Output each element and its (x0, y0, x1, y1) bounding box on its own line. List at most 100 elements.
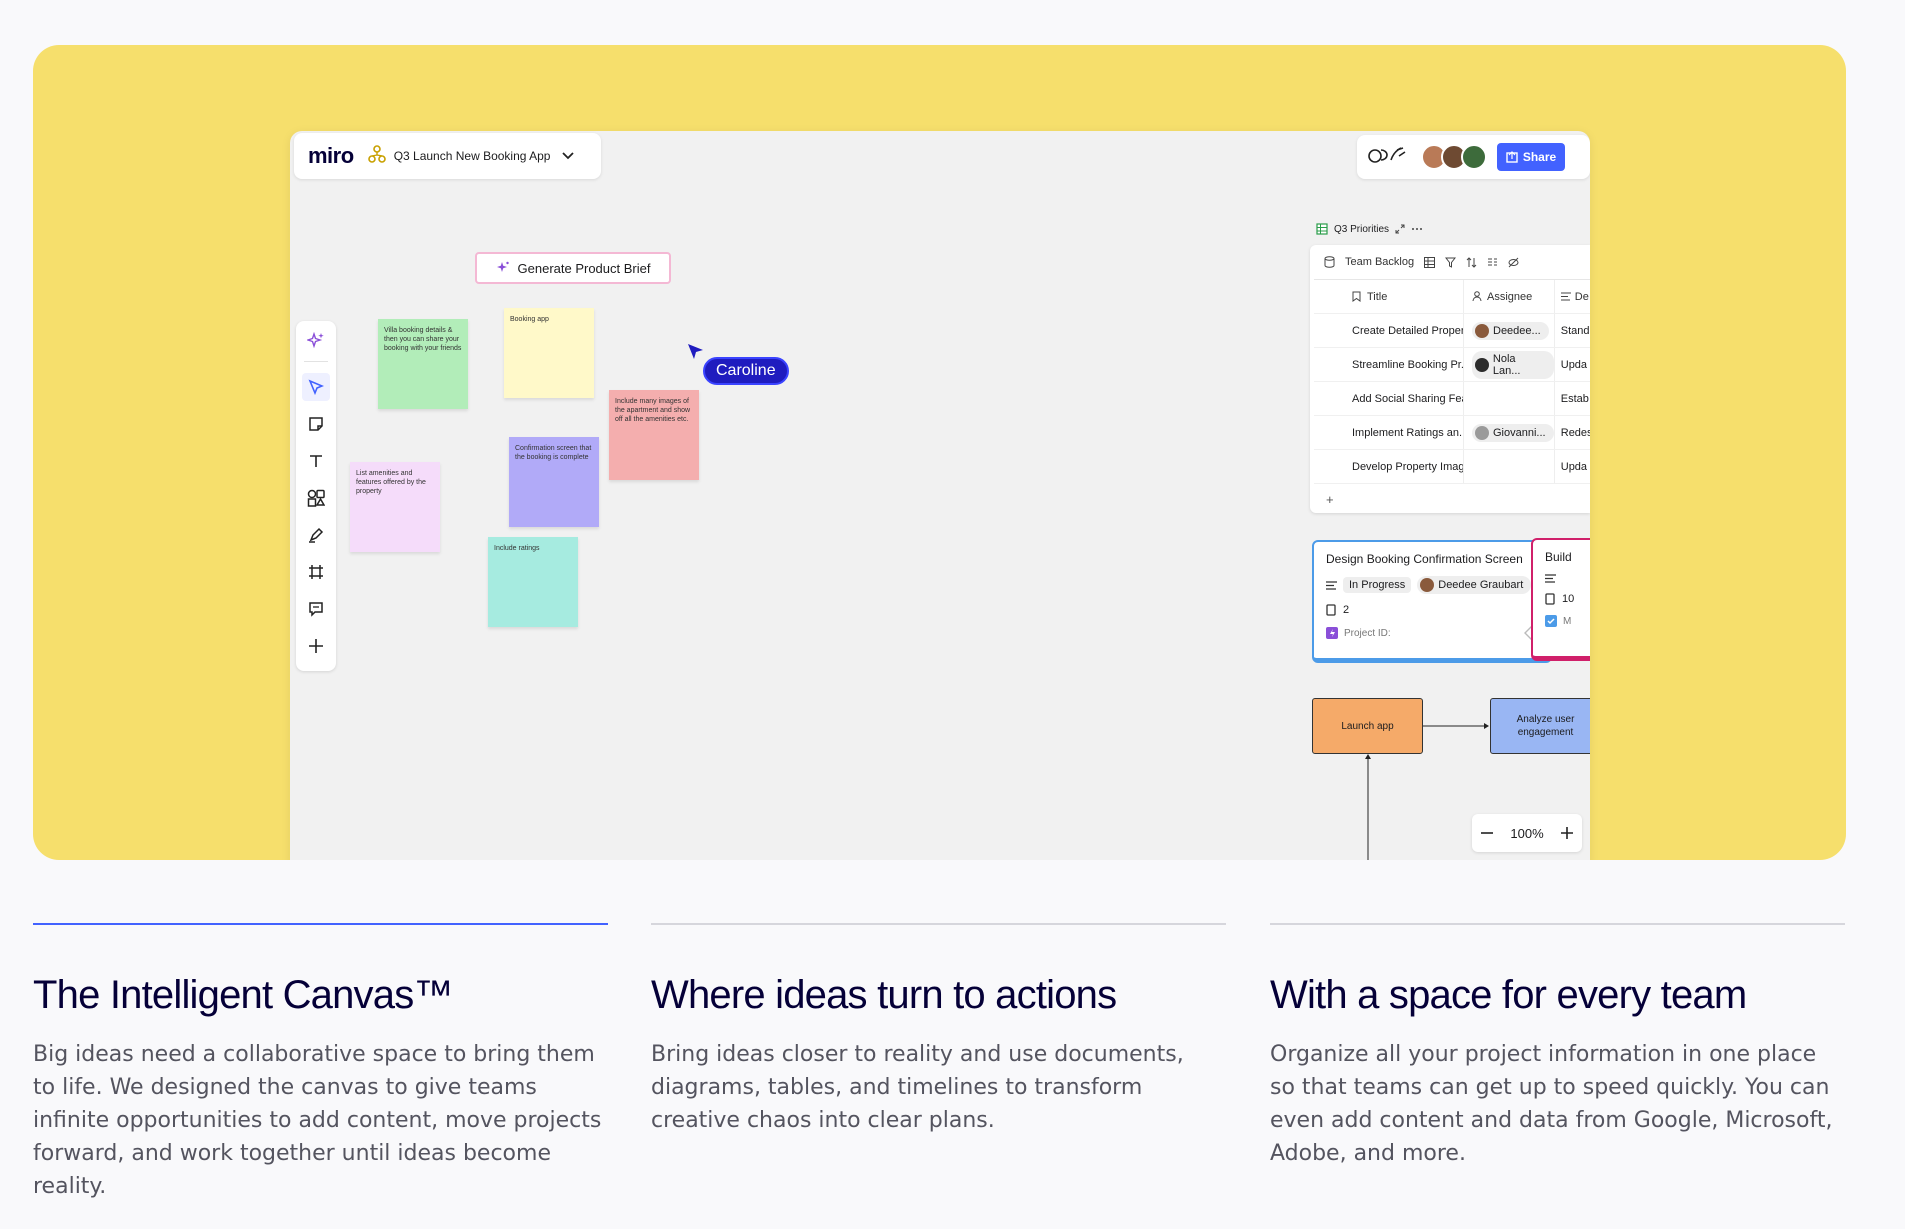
filter-icon[interactable] (1445, 257, 1457, 268)
zoom-out-icon[interactable] (1480, 826, 1494, 840)
row-description[interactable]: Stand (1555, 314, 1590, 347)
card-title[interactable]: Design Booking Confirmation Screen (1326, 552, 1538, 566)
table-row[interactable]: Streamline Booking Pr... Nola Lan... Upd… (1314, 348, 1590, 382)
column-header-title[interactable]: Title (1314, 280, 1464, 313)
left-toolbar (296, 321, 336, 671)
feature-tab-ideas-to-actions[interactable]: Where ideas turn to actions Bring ideas … (651, 923, 1226, 1137)
hide-fields-icon[interactable] (1508, 257, 1519, 268)
feature-title: With a space for every team (1270, 973, 1747, 1017)
column-header-label: Assignee (1487, 290, 1533, 303)
frame-icon[interactable] (302, 558, 330, 586)
pen-icon[interactable] (302, 521, 330, 549)
card-count-row: 2 (1326, 604, 1538, 616)
table-header-row: Title Assignee De (1314, 280, 1590, 314)
sticky-note[interactable]: Confirmation screen that the booking is … (509, 437, 599, 527)
sticky-note[interactable]: Villa booking details & then you can sha… (378, 319, 468, 409)
row-title[interactable]: Develop Property Imag... (1314, 450, 1464, 483)
more-options-icon[interactable] (1411, 227, 1423, 231)
assignee-name: Nola Lan... (1492, 352, 1521, 377)
row-assignee[interactable] (1464, 450, 1555, 483)
miro-logo[interactable]: miro (308, 143, 354, 169)
row-title[interactable]: Implement Ratings an... (1314, 416, 1464, 449)
row-assignee[interactable]: Deedee... (1464, 314, 1555, 347)
sticky-note-icon[interactable] (302, 410, 330, 438)
assignee-name: Deedee Graubart (1438, 579, 1524, 591)
table-row[interactable]: Create Detailed Proper... Deedee... Stan… (1314, 314, 1590, 348)
comment-icon[interactable] (302, 595, 330, 623)
assignee-chip[interactable]: Deedee... (1472, 321, 1549, 340)
zoom-level[interactable]: 100% (1510, 826, 1543, 841)
collaborator-cursor-icon (688, 344, 703, 359)
row-description[interactable]: Estab (1555, 382, 1590, 415)
avatar[interactable] (1461, 144, 1487, 170)
table-view-name[interactable]: Team Backlog (1345, 256, 1414, 268)
row-assignee[interactable] (1464, 382, 1555, 415)
table-row[interactable]: Implement Ratings an... Giovanni... Rede… (1314, 416, 1590, 450)
story-points-icon (1545, 593, 1555, 605)
backlog-table: Title Assignee De Create Detailed Proper… (1314, 279, 1590, 513)
add-row-button[interactable]: + (1314, 484, 1590, 513)
integration-icon (1326, 627, 1338, 639)
zoom-in-icon[interactable] (1560, 826, 1574, 840)
assignee-chip[interactable]: Deedee Graubart (1417, 576, 1532, 594)
story-points-icon (1326, 604, 1336, 616)
table-row[interactable]: Add Social Sharing Fea... Estab (1314, 382, 1590, 416)
sticky-note[interactable]: List amenities and features offered by t… (350, 462, 440, 552)
description-icon (1545, 574, 1556, 583)
board-name[interactable]: Q3 Launch New Booking App (394, 149, 551, 163)
share-label: Share (1522, 150, 1557, 164)
toolbar-divider (304, 361, 328, 362)
row-title[interactable]: Add Social Sharing Fea... (1314, 382, 1464, 415)
ai-sparkle-icon[interactable] (302, 327, 330, 355)
collaborator-avatars[interactable] (1421, 144, 1487, 170)
feature-progress-bar (1270, 923, 1845, 925)
row-assignee[interactable]: Giovanni... (1464, 416, 1555, 449)
add-icon[interactable] (302, 632, 330, 660)
generate-product-brief-button[interactable]: Generate Product Brief (475, 252, 671, 284)
story-points: 10 (1562, 593, 1575, 605)
board-hierarchy-icon[interactable] (367, 144, 386, 168)
group-icon[interactable] (1487, 257, 1498, 268)
database-icon (1324, 256, 1335, 268)
row-title[interactable]: Streamline Booking Pr... (1314, 348, 1464, 381)
feature-tab-space-for-every-team[interactable]: With a space for every team Organize all… (1270, 923, 1845, 1170)
table-widget-title[interactable]: Q3 Priorities (1334, 224, 1389, 235)
board-topbar-right: Share (1357, 135, 1590, 179)
row-title[interactable]: Create Detailed Proper... (1314, 314, 1464, 347)
chevron-down-icon[interactable] (562, 147, 575, 165)
status-badge[interactable]: In Progress (1343, 577, 1412, 593)
feature-progress-bar (651, 923, 1226, 925)
select-cursor-icon[interactable] (302, 373, 330, 401)
text-tool-icon[interactable] (302, 447, 330, 475)
row-description[interactable]: Upda (1555, 450, 1590, 483)
task-card[interactable]: Design Booking Confirmation Screen In Pr… (1312, 540, 1552, 663)
sticky-note[interactable]: Include many images of the apartment and… (609, 390, 699, 480)
avatar (1475, 425, 1489, 440)
reactions-icon[interactable] (1367, 144, 1411, 171)
table-row[interactable]: Develop Property Imag... Upda (1314, 450, 1590, 484)
check-label: M (1563, 615, 1572, 627)
share-button[interactable]: Share (1497, 143, 1565, 171)
card-title[interactable]: Build (1545, 550, 1587, 564)
avatar (1475, 323, 1489, 338)
feature-title: Where ideas turn to actions (651, 973, 1117, 1017)
column-header-label: De (1574, 290, 1589, 303)
sort-icon[interactable] (1466, 256, 1477, 268)
assignee-chip[interactable]: Giovanni... (1472, 423, 1554, 442)
feature-tab-intelligent-canvas[interactable]: The Intelligent Canvas™ Big ideas need a… (33, 923, 608, 1203)
generate-brief-label: Generate Product Brief (517, 260, 651, 276)
row-assignee[interactable]: Nola Lan... (1464, 348, 1555, 381)
table-widget-header: Q3 Priorities (1310, 219, 1590, 239)
row-description[interactable]: Upda (1555, 348, 1590, 381)
grid-view-icon[interactable] (1424, 256, 1436, 268)
assignee-chip[interactable]: Nola Lan... (1472, 350, 1554, 379)
checkbox-checked-icon[interactable] (1545, 615, 1557, 627)
column-header-assignee[interactable]: Assignee (1464, 280, 1555, 313)
sticky-note[interactable]: Booking app (504, 308, 594, 398)
expand-icon[interactable] (1395, 224, 1405, 234)
shapes-icon[interactable] (302, 484, 330, 512)
row-description[interactable]: Redes (1555, 416, 1590, 449)
sticky-note[interactable]: Include ratings (488, 537, 578, 627)
column-header-description[interactable]: De (1555, 280, 1590, 313)
task-card[interactable]: Build 10 M (1531, 538, 1590, 661)
